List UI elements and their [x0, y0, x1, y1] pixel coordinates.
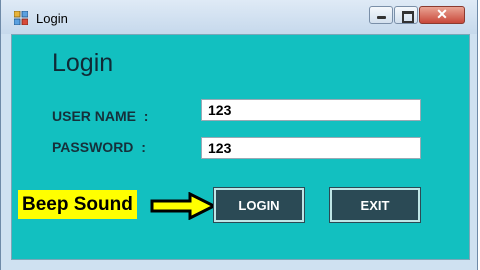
form-app-icon	[14, 11, 28, 25]
username-field[interactable]	[201, 99, 421, 121]
minimize-icon	[377, 16, 386, 19]
window-bottom-border	[1, 260, 477, 270]
title-bar[interactable]: Login ✕	[1, 0, 477, 34]
login-window: Login ✕ Login USER NAME : PASSWORD : Bee…	[0, 0, 478, 270]
password-label: PASSWORD :	[52, 139, 146, 155]
page-title: Login	[52, 49, 114, 77]
window-title: Login	[36, 11, 68, 26]
close-icon: ✕	[436, 6, 448, 22]
maximize-icon	[402, 11, 414, 23]
close-button[interactable]: ✕	[419, 6, 465, 24]
maximize-button[interactable]	[394, 6, 418, 24]
login-button[interactable]: LOGIN	[213, 187, 305, 223]
password-field[interactable]	[201, 137, 421, 159]
right-arrow-icon	[150, 192, 216, 220]
minimize-button[interactable]	[369, 6, 393, 24]
exit-button[interactable]: EXIT	[329, 187, 421, 223]
beep-sound-annotation: Beep Sound	[18, 190, 137, 219]
form-client-area: Login USER NAME : PASSWORD : Beep Sound …	[11, 34, 470, 260]
username-label: USER NAME :	[52, 108, 149, 124]
